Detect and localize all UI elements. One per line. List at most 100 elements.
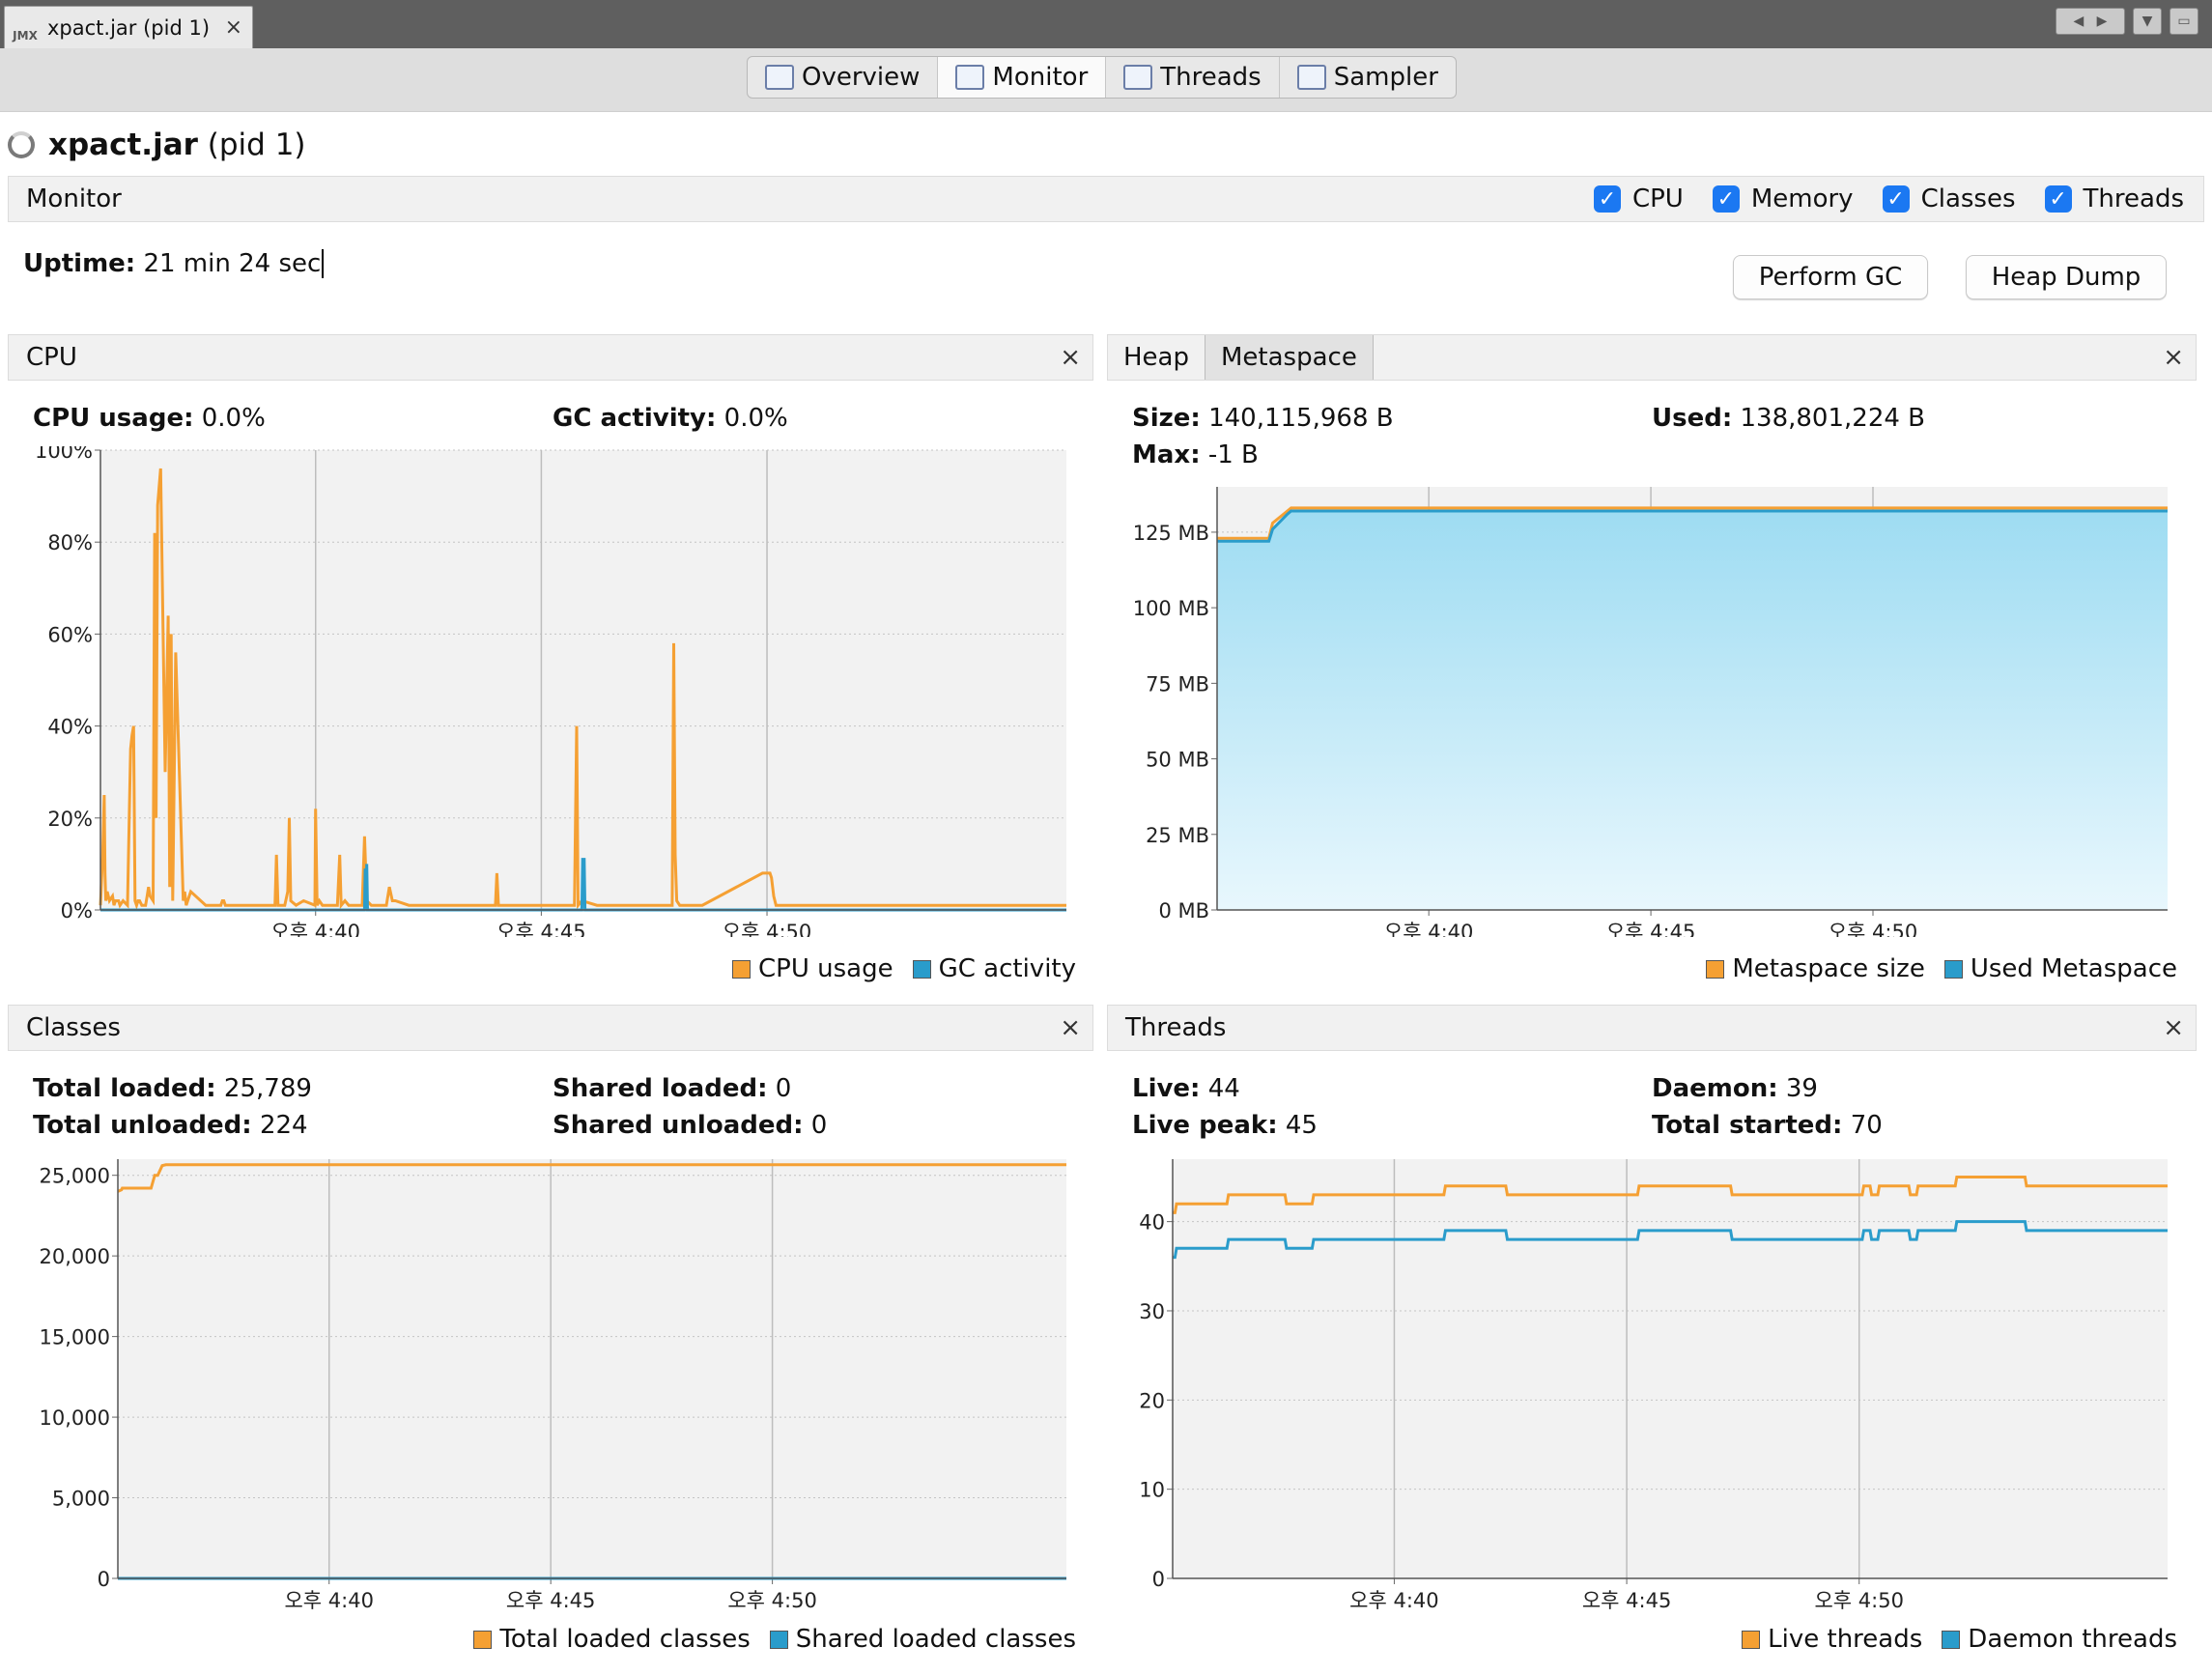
tab-overview[interactable]: Overview <box>748 57 939 98</box>
tick-label-x: 오후 4:45 <box>1606 921 1695 937</box>
checkmark-icon[interactable]: ✓ <box>1593 185 1621 213</box>
legend-label: Live threads <box>1768 1625 1923 1654</box>
maximize-button[interactable]: ▭ <box>2169 8 2198 35</box>
sampler-icon <box>1296 65 1326 90</box>
checkmark-icon[interactable]: ✓ <box>1882 185 1910 213</box>
tick-label-y: 20,000 <box>40 1245 110 1268</box>
live-peak-stat: Live peak: 45 <box>1132 1111 1318 1140</box>
close-icon[interactable]: × <box>225 15 242 40</box>
legend-label: Metaspace size <box>1732 954 1925 983</box>
perform-gc-button[interactable]: Perform GC <box>1733 255 1928 299</box>
tick-label-y: 50 MB <box>1146 749 1209 772</box>
tab-heap[interactable]: Heap <box>1108 335 1205 380</box>
legend-swatch <box>1706 959 1725 979</box>
monitor-header: Monitor ✓ CPU ✓ Memory ✓ Classes ✓ Threads <box>8 176 2204 222</box>
monitor-icon <box>955 65 985 90</box>
tick-label-x: 오후 4:40 <box>1384 921 1473 937</box>
legend-swatch <box>1942 1630 1961 1649</box>
heap-dump-button[interactable]: Heap Dump <box>1966 255 2167 299</box>
chevron-right-icon[interactable]: ▶ <box>2097 14 2108 29</box>
close-icon[interactable]: × <box>1060 1013 1081 1042</box>
legend-swatch <box>473 1630 493 1649</box>
checkbox-threads[interactable]: ✓ Threads <box>2044 185 2184 213</box>
metaspace-chart: 0 MB 25 MB 50 MB 75 MB 100 MB 125 MB 오후 4:40 오후… <box>1133 487 2168 937</box>
document-tab[interactable]: JMX xpact.jar (pid 1) × <box>4 6 253 48</box>
tab-threads[interactable]: Threads <box>1106 57 1280 98</box>
stat-value: 0.0% <box>201 404 266 433</box>
jmx-icon: JMX <box>13 28 38 43</box>
tab-monitor[interactable]: Monitor <box>938 57 1107 98</box>
stat-value: 44 <box>1207 1074 1240 1103</box>
maximize-icon: ▭ <box>2177 14 2191 29</box>
stat-label: Shared unloaded: <box>553 1111 804 1140</box>
classes-chart: 0 5,000 10,000 15,000 20,000 25,000 오후 4:40 오후 … <box>40 1159 1066 1612</box>
uptime-text: Uptime: 21 min 24 sec <box>23 249 332 278</box>
legend-item-live-threads: Live threads <box>1742 1625 1922 1654</box>
tick-label-y: 125 MB <box>1133 522 1209 545</box>
tick-label-y: 20% <box>47 808 93 831</box>
stat-label: Total loaded: <box>33 1074 216 1103</box>
checkmark-icon[interactable]: ✓ <box>1712 185 1740 213</box>
checkbox-cpu[interactable]: ✓ CPU <box>1593 185 1684 213</box>
close-icon[interactable]: × <box>1060 343 1081 372</box>
legend-item-metaspace-size: Metaspace size <box>1706 954 1925 983</box>
tab-sampler-label: Sampler <box>1333 63 1438 92</box>
legend-swatch <box>732 959 751 979</box>
metaspace-chart-legend: Metaspace size Used Metaspace <box>1706 954 2177 983</box>
monitor-title: Monitor <box>26 185 122 213</box>
stat-value: 45 <box>1285 1111 1318 1140</box>
tick-label-x: 오후 4:45 <box>496 921 585 937</box>
tick-label-x: 오후 4:40 <box>1349 1589 1438 1612</box>
overview-icon <box>765 65 794 90</box>
cpu-usage-stat: CPU usage: 0.0% <box>33 404 266 433</box>
stat-label: Used: <box>1652 404 1733 433</box>
stat-label: Daemon: <box>1652 1074 1778 1103</box>
checkbox-memory[interactable]: ✓ Memory <box>1712 185 1854 213</box>
tick-label-y: 5,000 <box>52 1488 110 1511</box>
uptime-value: 21 min 24 sec <box>143 249 322 278</box>
stat-label: Shared loaded: <box>553 1074 768 1103</box>
chevron-left-icon[interactable]: ◀ <box>2074 14 2084 29</box>
stat-value: 70 <box>1850 1111 1883 1140</box>
legend-item-used-metaspace: Used Metaspace <box>1943 954 2177 983</box>
total-unloaded-stat: Total unloaded: 224 <box>33 1111 308 1140</box>
chevron-down-icon: ▼ <box>2141 14 2153 29</box>
window-tab-bar: JMX xpact.jar (pid 1) × ◀ ▶ ▼ ▭ <box>0 0 2212 48</box>
tab-list-button[interactable]: ▼ <box>2133 8 2162 35</box>
stat-value: 224 <box>259 1111 308 1140</box>
tick-label-x: 오후 4:50 <box>727 1589 816 1612</box>
checkbox-cpu-label: CPU <box>1631 185 1684 213</box>
legend-item-daemon-threads: Daemon threads <box>1942 1625 2177 1654</box>
shared-loaded-stat: Shared loaded: 0 <box>553 1074 791 1103</box>
stat-label: Live: <box>1132 1074 1201 1103</box>
close-icon[interactable]: × <box>2163 343 2184 372</box>
tab-threads-label: Threads <box>1160 63 1262 92</box>
text-cursor <box>322 249 332 278</box>
legend-label: GC activity <box>938 954 1076 983</box>
daemon-threads-stat: Daemon: 39 <box>1652 1074 1818 1103</box>
checkbox-threads-label: Threads <box>2083 185 2184 213</box>
view-toolbar: Overview Monitor Threads Sampler <box>0 48 2212 112</box>
tick-label-x: 오후 4:45 <box>506 1589 595 1612</box>
shared-unloaded-stat: Shared unloaded: 0 <box>553 1111 827 1140</box>
stat-label: Size: <box>1132 404 1201 433</box>
tab-scroll-buttons[interactable]: ◀ ▶ <box>2056 8 2125 35</box>
threads-panel-header: Threads × <box>1107 1005 2197 1051</box>
legend-item-total-loaded-classes: Total loaded classes <box>473 1625 751 1654</box>
stat-label: GC activity: <box>553 404 717 433</box>
tick-label-y: 60% <box>47 623 93 646</box>
loading-spinner-icon <box>8 131 35 158</box>
close-icon[interactable]: × <box>2163 1013 2184 1042</box>
stat-label: CPU usage: <box>33 404 194 433</box>
metaspace-size-stat: Size: 140,115,968 B <box>1132 404 1394 433</box>
legend-swatch <box>912 959 931 979</box>
checkbox-classes[interactable]: ✓ Classes <box>1882 185 2016 213</box>
checkmark-icon[interactable]: ✓ <box>2044 185 2072 213</box>
classes-chart-legend: Total loaded classes Shared loaded class… <box>473 1625 1076 1654</box>
tab-sampler[interactable]: Sampler <box>1280 57 1456 98</box>
tab-metaspace[interactable]: Metaspace <box>1205 335 1374 380</box>
classes-panel-header: Classes × <box>8 1005 1093 1051</box>
tick-label-y: 25 MB <box>1146 824 1209 847</box>
tick-label-y: 10,000 <box>40 1406 110 1430</box>
metaspace-used-stat: Used: 138,801,224 B <box>1652 404 1925 433</box>
